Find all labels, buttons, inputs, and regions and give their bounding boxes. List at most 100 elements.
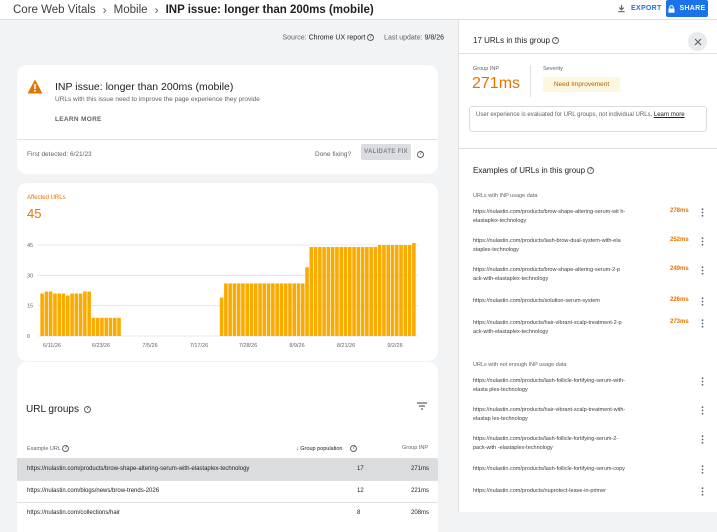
- table-row[interactable]: https://nulastin.com/blogs/news/brow-tre…: [17, 480, 438, 502]
- share-button[interactable]: SHARE: [666, 0, 708, 17]
- example-url-row[interactable]: https://nulastin.com/products/brow-shape…: [473, 266, 713, 288]
- chart-bar[interactable]: [117, 317, 121, 336]
- chart-bar[interactable]: [394, 245, 399, 336]
- help-icon[interactable]: ?: [350, 445, 358, 452]
- chart-bar[interactable]: [403, 245, 408, 336]
- validate-fix-button[interactable]: VALIDATE FIX: [361, 144, 411, 160]
- chart-bar[interactable]: [108, 317, 113, 336]
- chart-bar[interactable]: [309, 247, 314, 336]
- chart-bar[interactable]: [369, 247, 373, 336]
- table-row[interactable]: https://nulastin.com/collections/hair 8 …: [17, 502, 438, 524]
- chart-bar[interactable]: [253, 283, 258, 336]
- chart-bar[interactable]: [283, 283, 288, 336]
- example-url-row[interactable]: https://nulastin.com/products/lash-folli…: [473, 377, 713, 399]
- chart-bar[interactable]: [318, 247, 322, 336]
- chart-bar[interactable]: [65, 295, 70, 336]
- chart-bar[interactable]: [343, 247, 348, 336]
- example-url-row[interactable]: https://nulastin.com/products/solution-s…: [473, 297, 713, 319]
- more-vert-icon[interactable]: [701, 435, 704, 444]
- chart-bar[interactable]: [373, 247, 378, 336]
- chart-bar[interactable]: [70, 293, 74, 336]
- chart-bar[interactable]: [40, 293, 44, 336]
- more-vert-icon[interactable]: [701, 297, 704, 306]
- chart-bar[interactable]: [95, 317, 100, 336]
- chart-bar[interactable]: [365, 247, 369, 336]
- breadcrumb-core-web-vitals[interactable]: Core Web Vitals: [13, 4, 96, 16]
- chart-bar[interactable]: [399, 245, 403, 336]
- example-url-row[interactable]: https://nulastin.com/products/lash-folli…: [473, 435, 713, 457]
- chart-bar[interactable]: [266, 283, 271, 336]
- chart-bar[interactable]: [241, 283, 245, 336]
- chart-bar[interactable]: [386, 245, 391, 336]
- chart-bar[interactable]: [300, 283, 305, 336]
- chart-bar[interactable]: [57, 293, 62, 336]
- more-vert-icon[interactable]: [701, 487, 704, 496]
- chart-bar[interactable]: [330, 247, 335, 336]
- col-example-url[interactable]: Example URL ?: [27, 445, 70, 452]
- example-url-row[interactable]: https://nulastin.com/products/lash-brow-…: [473, 237, 713, 259]
- chart-bar[interactable]: [279, 283, 284, 336]
- chart-bar[interactable]: [74, 293, 79, 336]
- chart-bar[interactable]: [360, 247, 365, 336]
- more-vert-icon[interactable]: [701, 208, 704, 217]
- chart-bar[interactable]: [292, 283, 297, 336]
- chart-bar[interactable]: [390, 245, 395, 336]
- example-url[interactable]: https://nulastin.com/products/hair-vibra…: [473, 406, 631, 423]
- chart-bar[interactable]: [104, 317, 109, 336]
- example-url[interactable]: https://nulastin.com/products/solution-s…: [473, 297, 631, 306]
- more-vert-icon[interactable]: [701, 406, 704, 415]
- help-icon[interactable]: ?: [84, 406, 91, 413]
- chart-bar[interactable]: [78, 293, 83, 336]
- chart-bar[interactable]: [44, 291, 49, 336]
- more-vert-icon[interactable]: [701, 237, 704, 246]
- more-vert-icon[interactable]: [701, 266, 704, 275]
- example-url[interactable]: https://nulastin.com/products/lash-folli…: [473, 465, 631, 474]
- chart-bar[interactable]: [232, 283, 237, 336]
- chart-bar[interactable]: [326, 247, 331, 336]
- chart-bar[interactable]: [313, 247, 318, 336]
- export-button[interactable]: EXPORT: [617, 4, 662, 13]
- chart-bar[interactable]: [236, 283, 241, 336]
- help-icon[interactable]: ?: [62, 445, 70, 452]
- chart-bar[interactable]: [407, 245, 412, 336]
- chart-bar[interactable]: [322, 247, 326, 336]
- chart-bar[interactable]: [412, 242, 416, 336]
- chart-bar[interactable]: [305, 267, 309, 336]
- example-url-row[interactable]: https://nulastin.com/products/hair-vibra…: [473, 319, 713, 341]
- chart-bar[interactable]: [347, 247, 352, 336]
- chart-bar[interactable]: [91, 317, 96, 336]
- example-url-row[interactable]: https://nulastin.com/products/hair-vibra…: [473, 406, 713, 428]
- chart-bar[interactable]: [245, 283, 250, 336]
- more-vert-icon[interactable]: [701, 377, 704, 386]
- more-vert-icon[interactable]: [701, 319, 704, 328]
- help-icon[interactable]: ?: [552, 37, 560, 45]
- chart-bar[interactable]: [352, 247, 356, 336]
- help-icon[interactable]: ?: [417, 151, 424, 158]
- breadcrumb-mobile[interactable]: Mobile: [114, 4, 148, 16]
- example-url[interactable]: https://nulastin.com/products/lash-folli…: [473, 377, 631, 394]
- example-url[interactable]: https://nulastin.com/products/brow-shape…: [473, 266, 631, 283]
- table-row[interactable]: https://nulastin.com/products/brow-shape…: [17, 458, 438, 480]
- example-url[interactable]: https://nulastin.com/products/nuprotect-…: [473, 487, 631, 496]
- chart-bar[interactable]: [288, 283, 292, 336]
- chart-bar[interactable]: [249, 283, 254, 336]
- chart-bar[interactable]: [224, 283, 228, 336]
- chart-bar[interactable]: [275, 283, 279, 336]
- filter-icon[interactable]: [417, 402, 427, 410]
- chart-bar[interactable]: [100, 317, 104, 336]
- chart-bar[interactable]: [339, 247, 344, 336]
- chart-bar[interactable]: [228, 283, 232, 336]
- learn-more-link[interactable]: Learn more: [654, 112, 685, 118]
- chart-bar[interactable]: [271, 283, 275, 336]
- chart-bar[interactable]: [377, 245, 382, 336]
- chart-bar[interactable]: [83, 291, 87, 336]
- chart-bar[interactable]: [382, 245, 386, 336]
- chart-bar[interactable]: [219, 297, 224, 336]
- chart-bar[interactable]: [48, 291, 53, 336]
- help-icon[interactable]: ?: [587, 167, 595, 175]
- example-url-row[interactable]: https://nulastin.com/products/lash-folli…: [473, 465, 713, 487]
- chart-bar[interactable]: [87, 291, 91, 336]
- example-url-row[interactable]: https://nulastin.com/products/nuprotect-…: [473, 487, 713, 509]
- learn-more-link[interactable]: LEARN MORE: [55, 116, 102, 123]
- chart-bar[interactable]: [335, 247, 339, 336]
